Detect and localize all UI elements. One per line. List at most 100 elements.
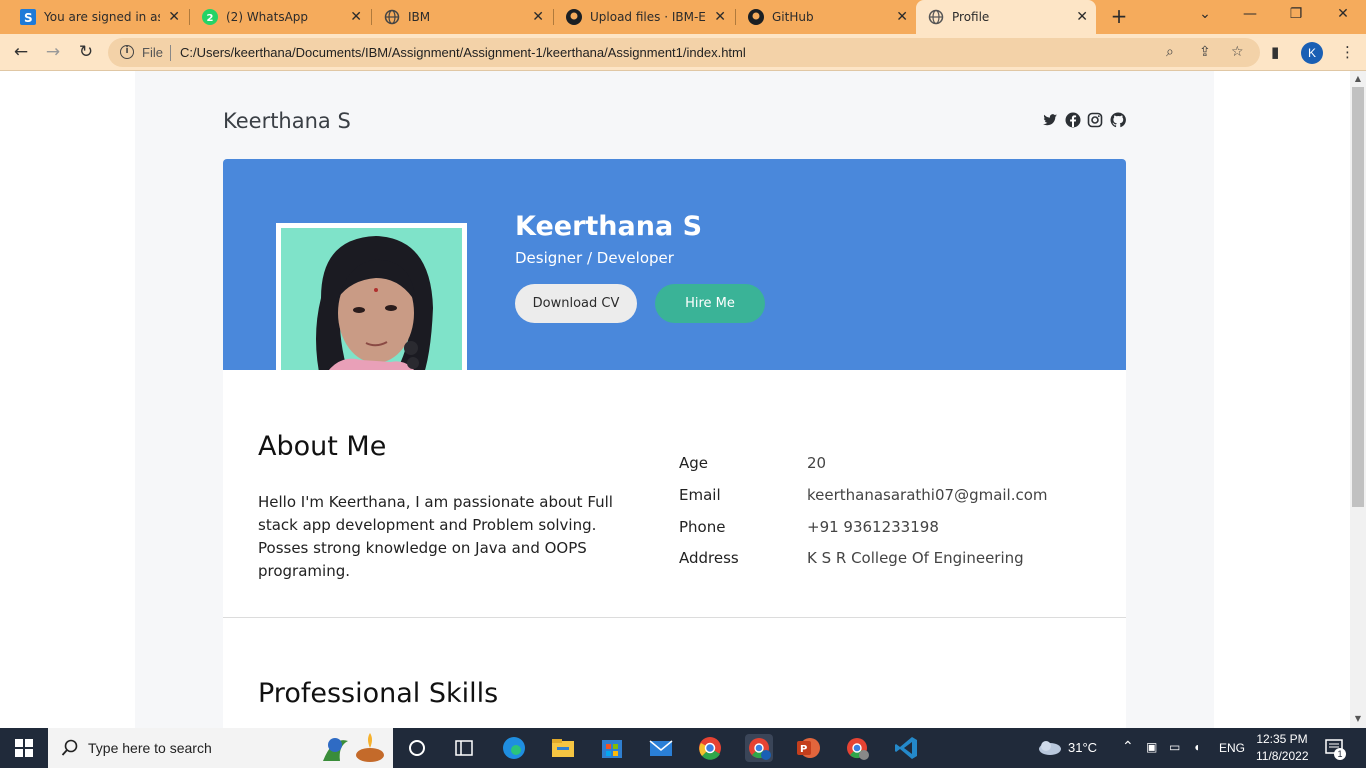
- tab-upload-files[interactable]: Upload files · IBM-EPB ✕: [554, 0, 734, 34]
- browser-toolbar: ← → ↻ i File C:/Users/keerthana/Document…: [0, 34, 1366, 71]
- chrome-profile-active-icon[interactable]: [745, 734, 773, 762]
- info-value-phone: +91 9361233198: [807, 518, 939, 536]
- close-icon[interactable]: ✕: [896, 9, 908, 25]
- info-label-address: Address: [679, 549, 739, 567]
- chrome-second-profile-icon[interactable]: [843, 734, 871, 762]
- tab-signed-in[interactable]: S You are signed in as co ✕: [8, 0, 188, 34]
- windows-start-button[interactable]: [0, 728, 48, 768]
- clock[interactable]: 12:35 PM 11/8/2022: [1256, 732, 1309, 772]
- hero-role: Designer / Developer: [515, 249, 674, 267]
- forward-icon[interactable]: →: [42, 41, 64, 63]
- scheme-label: File: [142, 45, 163, 60]
- language-indicator[interactable]: ENG: [1219, 741, 1245, 781]
- address-bar[interactable]: i File C:/Users/keerthana/Documents/IBM/…: [108, 38, 1260, 67]
- svg-text:2: 2: [207, 13, 214, 24]
- reload-icon[interactable]: ↻: [75, 41, 97, 63]
- hire-me-button[interactable]: Hire Me: [655, 284, 765, 323]
- file-explorer-icon[interactable]: [549, 734, 577, 762]
- tab-title: IBM: [408, 10, 431, 24]
- info-label-email: Email: [679, 486, 721, 504]
- about-heading: About Me: [258, 431, 387, 462]
- url-text[interactable]: C:/Users/keerthana/Documents/IBM/Assignm…: [180, 45, 746, 60]
- minimize-button[interactable]: —: [1238, 6, 1262, 22]
- side-panel-icon[interactable]: ▮: [1271, 43, 1279, 61]
- globe-icon: [384, 9, 400, 25]
- github-icon: [566, 9, 582, 25]
- widgets-icon[interactable]: [450, 734, 478, 762]
- site-brand[interactable]: Keerthana S: [223, 109, 351, 133]
- weather-icon[interactable]: [1036, 738, 1062, 778]
- info-icon[interactable]: i: [120, 45, 134, 59]
- download-cv-button[interactable]: Download CV: [515, 284, 637, 323]
- instagram-icon[interactable]: [1087, 112, 1103, 128]
- info-label-age: Age: [679, 454, 709, 472]
- info-value-age: 20: [807, 454, 827, 472]
- search-highlight-icon: [323, 733, 384, 762]
- store-icon[interactable]: [598, 734, 626, 762]
- close-icon[interactable]: ✕: [350, 9, 362, 25]
- menu-icon[interactable]: ⋮: [1340, 43, 1355, 61]
- tab-title: (2) WhatsApp: [226, 10, 309, 24]
- zoom-icon[interactable]: ⌕: [1166, 44, 1174, 60]
- facebook-icon[interactable]: [1065, 112, 1081, 128]
- tab-title: Profile: [952, 10, 990, 24]
- about-text: Hello I'm Keerthana, I am passionate abo…: [258, 493, 613, 580]
- vscode-icon[interactable]: [892, 734, 920, 762]
- scroll-up-icon[interactable]: ▲: [1350, 74, 1366, 83]
- volume-icon[interactable]: ◖: [1193, 740, 1200, 780]
- tab-title: Upload files · IBM-EPB: [590, 10, 706, 24]
- divider: [170, 45, 171, 61]
- tab-title: You are signed in as co: [44, 10, 160, 24]
- window-close-button[interactable]: ✕: [1331, 6, 1355, 22]
- svg-text:S: S: [24, 11, 33, 25]
- notification-badge: 1: [1334, 748, 1346, 760]
- profile-photo-image: [281, 228, 462, 382]
- close-icon[interactable]: ✕: [1076, 9, 1088, 25]
- back-icon[interactable]: ←: [10, 41, 32, 63]
- scrollbar-thumb[interactable]: [1352, 87, 1364, 507]
- search-placeholder: Type here to search: [88, 740, 212, 756]
- tab-strip: S You are signed in as co ✕ 2 (2) WhatsA…: [0, 0, 1366, 34]
- github-icon[interactable]: [1110, 112, 1126, 128]
- meet-now-icon[interactable]: ▣: [1146, 740, 1157, 780]
- tab-github[interactable]: GitHub ✕: [736, 0, 916, 34]
- clock-time: 12:35 PM: [1256, 732, 1308, 746]
- tab-ibm[interactable]: IBM ✕: [372, 0, 552, 34]
- tab-search-icon[interactable]: ⌄: [1193, 6, 1217, 22]
- github-icon: [748, 9, 764, 25]
- edge-icon[interactable]: [500, 734, 528, 762]
- chevron-up-icon[interactable]: ⌃: [1122, 738, 1134, 778]
- bookmark-star-icon[interactable]: ☆: [1231, 44, 1244, 60]
- tab-whatsapp[interactable]: 2 (2) WhatsApp ✕: [190, 0, 370, 34]
- tab-profile[interactable]: Profile ✕: [916, 0, 1096, 34]
- task-view-icon[interactable]: [403, 734, 431, 762]
- network-icon[interactable]: ▭: [1169, 740, 1180, 780]
- info-value-email: keerthanasarathi07@gmail.com: [807, 486, 1048, 504]
- info-label-phone: Phone: [679, 518, 726, 536]
- close-icon[interactable]: ✕: [168, 9, 180, 25]
- section-divider: [223, 617, 1126, 618]
- scroll-down-icon[interactable]: ▼: [1350, 714, 1366, 723]
- share-icon[interactable]: ⇪: [1199, 44, 1211, 60]
- chrome-icon[interactable]: [696, 734, 724, 762]
- page-viewport: Keerthana S Keerthana S Designer / Devel…: [0, 71, 1350, 728]
- twitter-icon[interactable]: [1042, 112, 1058, 128]
- profile-avatar[interactable]: K: [1301, 42, 1323, 64]
- restore-button[interactable]: ❐: [1284, 6, 1308, 22]
- powerpoint-icon[interactable]: P: [794, 734, 822, 762]
- profile-photo: [276, 223, 467, 387]
- hero-name: Keerthana S: [515, 211, 703, 242]
- close-icon[interactable]: ✕: [532, 9, 544, 25]
- vertical-scrollbar[interactable]: ▲ ▼: [1350, 71, 1366, 728]
- mail-icon[interactable]: [647, 734, 675, 762]
- tab-title: GitHub: [772, 10, 814, 24]
- search-icon: [61, 739, 78, 756]
- info-value-address: K S R College Of Engineering: [807, 549, 1024, 567]
- weather-temp[interactable]: 31°C: [1068, 740, 1097, 780]
- new-tab-button[interactable]: +: [1108, 6, 1130, 28]
- taskbar-search-box[interactable]: Type here to search: [48, 728, 393, 768]
- svg-text:P: P: [800, 744, 807, 755]
- globe-icon: [928, 9, 944, 25]
- s-icon: S: [20, 9, 36, 25]
- close-icon[interactable]: ✕: [714, 9, 726, 25]
